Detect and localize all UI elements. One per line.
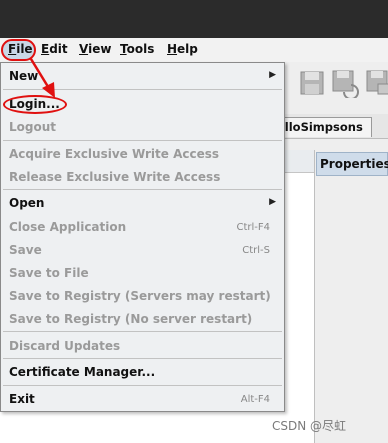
shortcut-exit: Alt-F4 <box>240 394 270 405</box>
file-menu: New ▶ Login... Logout Acquire Exclusive … <box>0 62 285 412</box>
save-all-icon[interactable] <box>330 68 360 98</box>
menu-item-release-write-access[interactable]: Release Exclusive Write Access <box>9 170 220 184</box>
menu-separator <box>3 385 282 386</box>
tab-hellosimpsons[interactable]: elloSimpsons <box>272 117 372 137</box>
menu-separator <box>3 358 282 359</box>
menu-item-save-to-file[interactable]: Save to File <box>9 266 89 280</box>
annotation-arrow-icon <box>29 58 55 98</box>
menu-separator <box>3 189 282 190</box>
menu-help-label: elp <box>177 42 198 56</box>
menu-item-save-registry-no-restart[interactable]: Save to Registry (No server restart) <box>9 312 252 326</box>
menu-help[interactable]: Help <box>167 42 198 56</box>
menu-view-label: iew <box>88 42 112 56</box>
menu-help-hotkey: H <box>167 42 178 56</box>
menu-item-close-application[interactable]: Close Application <box>9 220 126 234</box>
menu-edit-label: dit <box>49 42 68 56</box>
menu-tools-hotkey: T <box>120 42 127 56</box>
menu-item-save-registry-restart[interactable]: Save to Registry (Servers may restart) <box>9 289 271 303</box>
menu-file-label: ile <box>16 42 33 56</box>
menu-item-save[interactable]: Save <box>9 243 42 257</box>
save-registry-icon[interactable] <box>364 68 388 98</box>
menu-edit-hotkey: E <box>41 42 50 56</box>
menu-item-open[interactable]: Open <box>9 196 44 210</box>
menu-edit[interactable]: Edit <box>41 42 68 56</box>
menu-item-acquire-write-access[interactable]: Acquire Exclusive Write Access <box>9 147 219 161</box>
submenu-arrow-icon: ▶ <box>269 197 276 207</box>
menu-item-exit[interactable]: Exit <box>9 392 35 406</box>
menu-file-hotkey: F <box>8 42 17 56</box>
menu-separator <box>3 331 282 332</box>
menu-tools-label: ools <box>126 42 155 56</box>
shortcut-save: Ctrl-S <box>242 245 270 256</box>
submenu-arrow-icon: ▶ <box>269 70 276 80</box>
menu-file[interactable]: File <box>8 42 33 56</box>
window-title-bar <box>0 0 388 38</box>
shortcut-close-application: Ctrl-F4 <box>236 222 270 233</box>
menu-item-logout[interactable]: Logout <box>9 120 56 134</box>
menu-view-hotkey: V <box>79 42 89 56</box>
properties-panel[interactable] <box>316 176 388 443</box>
menu-item-discard-updates[interactable]: Discard Updates <box>9 339 120 353</box>
menu-separator <box>3 140 282 141</box>
menu-item-certificate-manager[interactable]: Certificate Manager... <box>9 365 155 379</box>
save-icon[interactable] <box>297 68 327 98</box>
menu-view[interactable]: View <box>79 42 111 56</box>
watermark: CSDN @尽虹 <box>272 419 347 433</box>
properties-header: Properties <box>316 152 388 176</box>
menu-tools[interactable]: Tools <box>120 42 154 56</box>
